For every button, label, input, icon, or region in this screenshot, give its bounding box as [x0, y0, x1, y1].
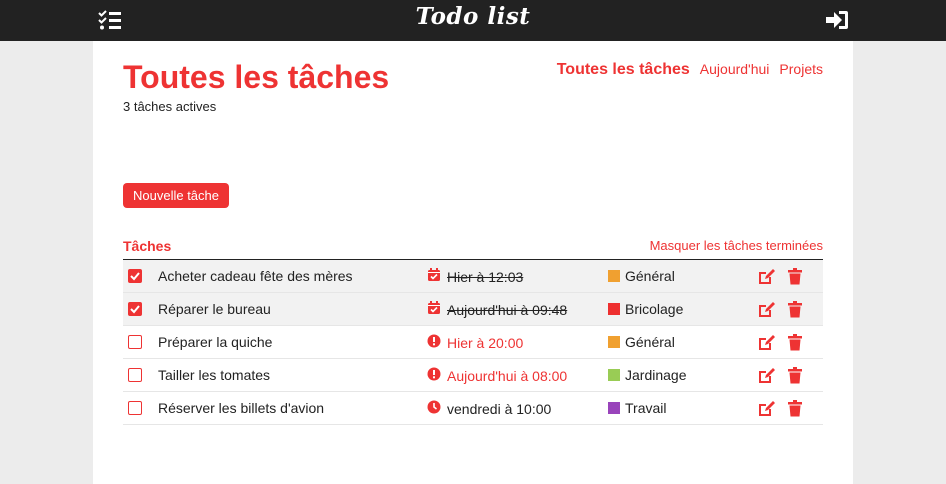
edit-icon[interactable]	[758, 268, 776, 285]
project-color-swatch	[608, 336, 620, 348]
page-title: Toutes les tâches	[123, 59, 390, 95]
alert-circle-icon	[427, 334, 441, 351]
task-checkbox[interactable]	[128, 368, 142, 382]
task-project: Général	[608, 268, 675, 284]
task-title: Réparer le bureau	[158, 301, 271, 317]
task-project: Bricolage	[608, 301, 683, 317]
trash-icon[interactable]	[788, 268, 802, 285]
calendar-check-icon	[427, 301, 441, 318]
task-title: Tailler les tomates	[158, 367, 271, 383]
trash-icon[interactable]	[788, 301, 802, 318]
task-title: Réserver les billets d'avion	[158, 400, 325, 416]
active-count: 3 tâches actives	[123, 99, 217, 114]
task-due: vendredi à 10:00	[427, 400, 551, 417]
nav-projects[interactable]: Projets	[779, 61, 823, 77]
task-row: Réparer le bureau Aujourd'hui à 09:48 Bric…	[123, 293, 823, 326]
task-row: Tailler les tomates Aujourd'hui à 08:00 Ja…	[123, 359, 823, 392]
task-due-text: Aujourd'hui à 09:48	[447, 301, 568, 318]
edit-icon[interactable]	[758, 367, 776, 384]
task-project-label: Général	[625, 334, 675, 350]
task-due-text: vendredi à 10:00	[447, 400, 552, 417]
edit-icon[interactable]	[758, 301, 776, 318]
task-due: Aujourd'hui à 08:00	[427, 367, 567, 384]
sign-in-icon[interactable]	[825, 9, 849, 31]
task-due: Hier à 12:03	[427, 268, 523, 285]
task-row: Acheter cadeau fête des mères Hier à 12:0…	[123, 260, 823, 293]
task-checkbox[interactable]	[128, 269, 142, 283]
task-due: Hier à 20:00	[427, 334, 523, 351]
task-due: Aujourd'hui à 09:48	[427, 301, 567, 318]
task-checkbox[interactable]	[128, 335, 142, 349]
task-project: Travail	[608, 400, 667, 416]
task-due-text: Aujourd'hui à 08:00	[447, 367, 568, 384]
project-color-swatch	[608, 303, 620, 315]
task-title: Préparer la quiche	[158, 334, 273, 350]
edit-icon[interactable]	[758, 400, 776, 417]
project-color-swatch	[608, 270, 620, 282]
task-project-label: Travail	[625, 400, 667, 416]
task-list: Acheter cadeau fête des mères Hier à 12:0…	[123, 260, 823, 425]
top-bar: Todo list	[0, 0, 946, 41]
task-title: Acheter cadeau fête des mères	[158, 268, 353, 284]
tasks-header: Tâches Masquer les tâches terminées	[123, 237, 823, 260]
alert-circle-icon	[427, 367, 441, 384]
calendar-check-icon	[427, 268, 441, 285]
task-project: Jardinage	[608, 367, 687, 383]
nav-all-tasks[interactable]: Toutes les tâches	[557, 61, 690, 79]
nav-today[interactable]: Aujourd'hui	[700, 61, 770, 77]
hide-completed-link[interactable]: Masquer les tâches terminées	[650, 238, 823, 253]
project-color-swatch	[608, 402, 620, 414]
project-color-swatch	[608, 369, 620, 381]
task-checkbox[interactable]	[128, 401, 142, 415]
view-nav: Toutes les tâches Aujourd'hui Projets	[557, 61, 823, 79]
app-logo: Todo list	[415, 3, 531, 30]
task-project-label: Général	[625, 268, 675, 284]
trash-icon[interactable]	[788, 334, 802, 351]
task-row: Préparer la quiche Hier à 20:00 Général	[123, 326, 823, 359]
clock-icon	[427, 400, 441, 417]
new-task-button[interactable]: Nouvelle tâche	[123, 183, 229, 208]
trash-icon[interactable]	[788, 400, 802, 417]
task-due-text: Hier à 12:03	[447, 268, 524, 285]
task-row: Réserver les billets d'avion vendredi à 1…	[123, 392, 823, 425]
task-checkbox[interactable]	[128, 302, 142, 316]
tasks-label: Tâches	[123, 238, 172, 254]
task-project-label: Jardinage	[625, 367, 687, 383]
edit-icon[interactable]	[758, 334, 776, 351]
task-project-label: Bricolage	[625, 301, 684, 317]
checklist-icon[interactable]	[98, 9, 122, 31]
task-due-text: Hier à 20:00	[447, 334, 524, 351]
task-project: Général	[608, 334, 675, 350]
trash-icon[interactable]	[788, 367, 802, 384]
